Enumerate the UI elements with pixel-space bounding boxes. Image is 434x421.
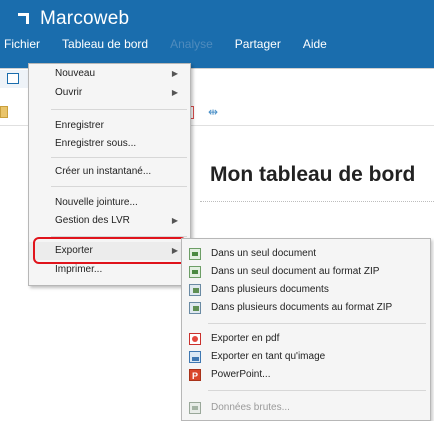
menu-fichier[interactable]: Fichier <box>4 37 40 51</box>
export-multiple-documents-zip[interactable]: Dans plusieurs documents au format ZIP <box>182 299 430 317</box>
menu-item-label: Ouvrir <box>55 87 83 98</box>
menu-tableau-de-bord[interactable]: Tableau de bord <box>62 37 148 51</box>
menu-item-nouveau[interactable]: Nouveau ▶ <box>29 65 190 83</box>
report-title: Mon tableau de bord <box>210 163 416 186</box>
export-submenu: Dans un seul document Dans un seul docum… <box>181 238 431 421</box>
submenu-item-label: Dans un seul document <box>211 248 317 259</box>
menu-bar: Fichier Tableau de bord Analyse Partager… <box>0 36 327 52</box>
menu-separator <box>51 109 187 110</box>
submenu-item-label: Dans plusieurs documents au format ZIP <box>211 302 393 313</box>
submenu-separator <box>208 323 426 324</box>
document-tab-icon <box>7 73 19 84</box>
chevron-right-icon: ▶ <box>171 88 178 97</box>
export-single-document-zip[interactable]: Dans un seul document au format ZIP <box>182 263 430 281</box>
document-tab[interactable] <box>0 70 30 88</box>
menu-item-label: Créer un instantané... <box>55 166 152 177</box>
toolbar-folder-icon[interactable] <box>0 106 8 118</box>
multi-documents-icon <box>189 284 201 296</box>
export-multiple-documents[interactable]: Dans plusieurs documents <box>182 281 430 299</box>
menu-item-creer-instantane[interactable]: Créer un instantané... <box>29 163 190 181</box>
menu-item-label: Nouveau <box>55 68 96 79</box>
menu-item-gestion-lvr[interactable]: Gestion des LVR ▶ <box>29 212 190 230</box>
chevron-right-icon: ▶ <box>171 69 178 78</box>
multi-zip-documents-icon <box>189 302 201 314</box>
menu-item-ouvrir[interactable]: Ouvrir ▶ <box>29 84 190 102</box>
pdf-icon <box>189 333 201 345</box>
menu-separator <box>51 186 187 187</box>
menu-separator <box>51 157 187 158</box>
export-single-document[interactable]: Dans un seul document <box>182 245 430 263</box>
menu-item-label: Gestion des LVR <box>55 215 130 226</box>
toolbar-move-icon[interactable]: ⇹ <box>206 105 220 119</box>
submenu-item-label: PowerPoint... <box>211 369 271 380</box>
menu-item-label: Enregistrer <box>55 120 104 131</box>
powerpoint-icon <box>189 367 201 385</box>
zip-document-icon <box>189 266 201 278</box>
app-title-row: Marcoweb <box>18 6 129 32</box>
menu-partager[interactable]: Partager <box>235 37 281 51</box>
submenu-item-label: Données brutes... <box>211 402 290 413</box>
menu-item-nouvelle-jointure[interactable]: Nouvelle jointure... <box>29 194 190 212</box>
menu-aide[interactable]: Aide <box>303 37 327 51</box>
menu-item-label: Nouvelle jointure... <box>55 197 138 208</box>
menu-item-enregistrer[interactable]: Enregistrer <box>29 117 190 135</box>
submenu-item-label: Exporter en pdf <box>211 333 280 344</box>
raw-data-icon <box>189 402 201 414</box>
report-divider <box>200 201 434 202</box>
menu-item-label: Imprimer... <box>55 264 103 275</box>
export-powerpoint[interactable]: PowerPoint... <box>182 366 430 385</box>
submenu-item-label: Exporter en tant qu'image <box>211 351 326 362</box>
chevron-right-icon: ▶ <box>171 216 178 225</box>
export-pdf[interactable]: Exporter en pdf <box>182 330 430 348</box>
export-highlight-box <box>33 237 187 264</box>
submenu-separator <box>208 390 426 391</box>
menu-item-label: Enregistrer sous... <box>55 138 137 149</box>
image-icon <box>189 351 201 363</box>
export-image[interactable]: Exporter en tant qu'image <box>182 348 430 366</box>
document-export-icon <box>189 248 201 260</box>
app-logo-icon <box>18 12 31 26</box>
submenu-item-label: Dans un seul document au format ZIP <box>211 266 380 277</box>
submenu-item-label: Dans plusieurs documents <box>211 284 329 295</box>
export-raw-data[interactable]: Données brutes... <box>182 399 430 417</box>
menu-analyse[interactable]: Analyse <box>170 37 213 51</box>
menu-item-enregistrer-sous[interactable]: Enregistrer sous... <box>29 135 190 153</box>
app-title: Marcoweb <box>40 8 130 29</box>
